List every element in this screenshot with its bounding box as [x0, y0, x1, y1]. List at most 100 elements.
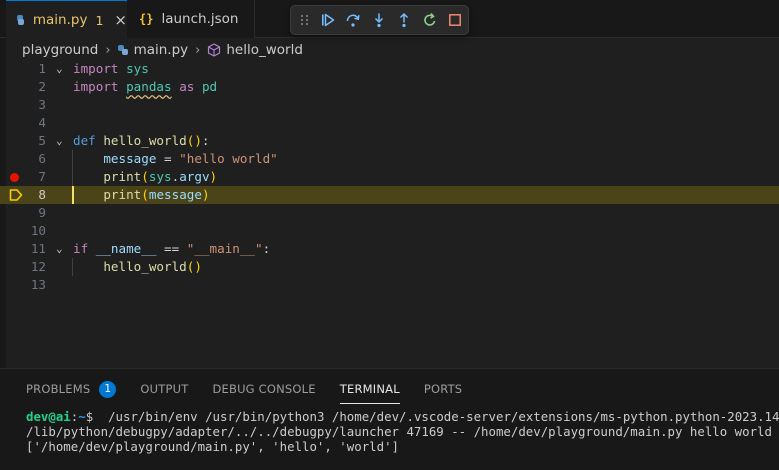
panel-tabs: PROBLEMS 1 OUTPUT DEBUG CONSOLE TERMINAL… — [26, 378, 486, 404]
step-over-icon — [346, 14, 360, 27]
token-parens: () — [186, 259, 202, 274]
code-line: 12 hello_world() — [0, 258, 779, 276]
token-function: print — [103, 169, 142, 184]
line-number: 5 — [38, 133, 46, 148]
tab-label: TERMINAL — [339, 382, 400, 396]
token-keyword: def — [73, 133, 96, 148]
tab-label: launch.json — [161, 11, 239, 27]
chevron-right-icon: › — [195, 42, 201, 58]
terminal-line: dev@ai:~$ /usr/bin/env /usr/bin/python3 … — [26, 409, 779, 424]
step-into-button[interactable] — [366, 8, 392, 32]
stop-button[interactable] — [443, 8, 469, 32]
line-number: 6 — [38, 151, 46, 166]
current-execution-line: 8 print(message) — [0, 186, 779, 204]
chevron-right-icon: › — [105, 42, 111, 58]
restart-button[interactable] — [417, 8, 443, 32]
code-line: 7 print(sys.argv) — [0, 168, 779, 186]
tab-label: main.py — [32, 12, 88, 28]
code-line: 9 — [0, 204, 779, 222]
code-text: print(message) — [73, 186, 210, 204]
token-dunder: __name__ — [95, 241, 157, 256]
close-icon[interactable]: × — [114, 11, 127, 29]
continue-icon — [321, 13, 334, 27]
code-line: 3 — [0, 96, 779, 114]
breadcrumb-symbol[interactable]: hello_world — [226, 42, 303, 58]
token-keyword: if — [73, 241, 89, 256]
breadcrumb-folder[interactable]: playground — [22, 42, 98, 58]
fold-chevron-icon[interactable]: ⌄ — [56, 132, 63, 150]
token-parens: () — [186, 133, 202, 148]
stop-icon — [449, 14, 462, 26]
code-editor[interactable]: 1 ⌄ import sys 2 import pandas as pd 3 4… — [0, 60, 779, 330]
fold-chevron-icon[interactable]: ⌄ — [56, 240, 63, 258]
token-paren: ) — [201, 187, 210, 202]
token-operator: == — [156, 241, 187, 256]
bottom-panel: PROBLEMS 1 OUTPUT DEBUG CONSOLE TERMINAL… — [0, 368, 779, 470]
tab-main-py[interactable]: main.py 1 × — [6, 0, 127, 39]
token-module-warning: pandas — [126, 79, 172, 94]
code-line: 4 — [0, 114, 779, 132]
python-file-icon — [17, 15, 24, 25]
line-number: 10 — [30, 223, 46, 238]
drag-handle-icon[interactable] — [301, 15, 309, 25]
problems-count-badge: 1 — [99, 380, 117, 398]
problem-count-badge: 1 — [95, 12, 104, 28]
tab-label: OUTPUT — [140, 382, 189, 396]
token-paren: ( — [141, 187, 149, 202]
token-variable: message — [148, 187, 202, 202]
tab-launch-json[interactable]: {} launch.json — [127, 0, 255, 38]
code-text: import sys — [73, 60, 149, 78]
token-keyword: import — [73, 61, 119, 76]
terminal-line: /lib/python/debugpy/adapter/../../debugp… — [26, 424, 772, 439]
code-text: hello_world() — [73, 258, 202, 276]
line-number: 1 — [38, 61, 46, 76]
code-line: 10 — [0, 222, 779, 240]
prompt-path: ~ — [78, 409, 86, 424]
terminal-output[interactable]: dev@ai:~$ /usr/bin/env /usr/bin/python3 … — [26, 409, 779, 454]
token-paren: ) — [209, 169, 218, 184]
line-number: 4 — [38, 115, 46, 130]
code-text: message = "hello world" — [73, 150, 278, 168]
python-file-icon — [117, 45, 128, 55]
continue-button[interactable] — [315, 8, 341, 32]
line-number: 7 — [38, 169, 46, 184]
token-alias: pd — [201, 79, 218, 94]
token-string: "hello world" — [179, 151, 278, 166]
breadcrumb: playground › main.py › hello_world — [22, 40, 303, 60]
json-file-icon: {} — [139, 12, 154, 26]
token-paren: ( — [141, 169, 149, 184]
breakpoint-icon[interactable] — [10, 173, 19, 182]
code-text: import pandas as pd — [73, 78, 217, 96]
token-function: hello_world — [103, 259, 187, 274]
token-string: "__main__" — [186, 241, 263, 256]
line-number: 9 — [38, 205, 46, 220]
token-function: print — [103, 187, 142, 202]
tab-ports[interactable]: PORTS — [424, 378, 462, 400]
symbol-method-icon — [207, 43, 221, 57]
code-line: 13 — [0, 276, 779, 294]
token-keyword: as — [179, 79, 195, 94]
token-colon: : — [201, 133, 210, 148]
line-number: 12 — [30, 259, 46, 274]
tab-terminal[interactable]: TERMINAL — [339, 378, 400, 404]
code-text: print(sys.argv) — [73, 168, 217, 186]
code-text: def hello_world(): — [73, 132, 210, 150]
tab-output[interactable]: OUTPUT — [140, 378, 188, 400]
line-number: 8 — [38, 187, 46, 202]
code-line: 5 ⌄ def hello_world(): — [0, 132, 779, 150]
tab-problems[interactable]: PROBLEMS 1 — [26, 378, 117, 400]
line-number: 2 — [38, 79, 46, 94]
token-module: sys — [148, 169, 172, 184]
token-attribute: argv — [179, 169, 210, 184]
token-operator: = — [156, 151, 180, 166]
restart-icon — [423, 12, 436, 26]
code-line: 6 message = "hello world" — [0, 150, 779, 168]
tab-label: PROBLEMS — [26, 382, 91, 396]
step-over-button[interactable] — [341, 8, 367, 32]
code-line: 11 ⌄ if __name__ == "__main__": — [0, 240, 779, 258]
tab-debug-console[interactable]: DEBUG CONSOLE — [212, 378, 315, 400]
line-number: 13 — [30, 277, 46, 292]
breadcrumb-file[interactable]: main.py — [134, 42, 189, 58]
step-out-button[interactable] — [392, 8, 418, 32]
fold-chevron-icon[interactable]: ⌄ — [56, 60, 63, 78]
